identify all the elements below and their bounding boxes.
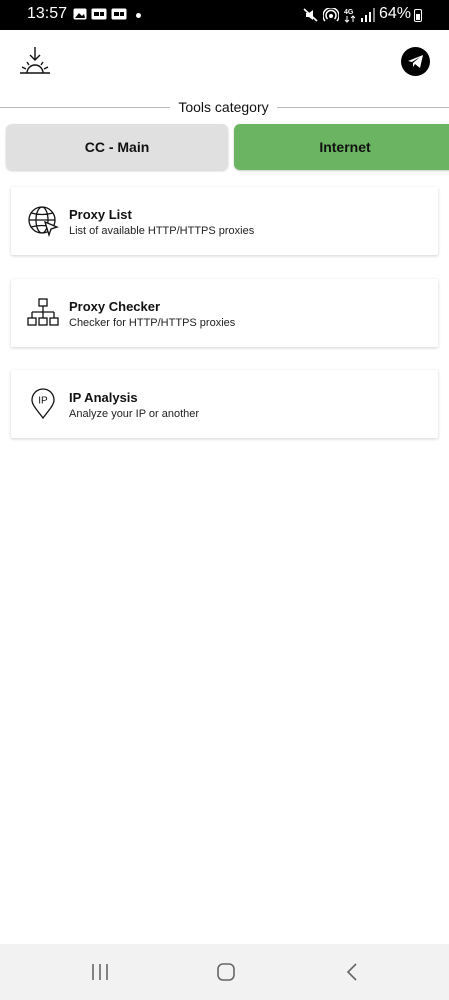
- notification-icon: [91, 8, 107, 20]
- telegram-button[interactable]: [401, 47, 430, 76]
- status-bar: 13:57 4G 64%: [0, 0, 449, 30]
- gallery-icon: [73, 8, 87, 20]
- tool-title: Proxy Checker: [69, 299, 161, 314]
- back-icon: [346, 963, 357, 981]
- signal-icon: [361, 8, 375, 22]
- notification-icon: [111, 8, 127, 20]
- ip-icon-text: IP: [38, 396, 48, 407]
- tab-internet[interactable]: Internet: [234, 124, 449, 170]
- status-dot: [136, 13, 141, 18]
- tab-cc-main[interactable]: CC - Main: [6, 124, 228, 170]
- navigation-bar: [0, 944, 449, 1000]
- tool-title: IP Analysis: [69, 390, 138, 405]
- tool-card-ip-analysis[interactable]: IP IP Analysis Analyze your IP or anothe…: [11, 370, 438, 438]
- tool-card-proxy-checker[interactable]: Proxy Checker Checker for HTTP/HTTPS pro…: [11, 279, 438, 347]
- svg-text:4G: 4G: [344, 9, 354, 16]
- recent-apps-icon: [92, 964, 108, 980]
- network-tree-icon: [27, 298, 59, 326]
- tool-title: Proxy List: [69, 207, 132, 222]
- telegram-icon: [408, 55, 423, 68]
- 4g-icon: 4G: [344, 9, 356, 23]
- hotspot-icon: [323, 8, 339, 22]
- tool-subtitle: List of available HTTP/HTTPS proxies: [69, 225, 255, 237]
- globe-cursor-icon: [28, 206, 59, 237]
- sunrise-download-icon[interactable]: [18, 45, 52, 79]
- battery-percent: 64%: [379, 5, 412, 22]
- recent-apps-button[interactable]: [86, 958, 114, 986]
- tool-card-proxy-list[interactable]: Proxy List List of available HTTP/HTTPS …: [11, 187, 438, 255]
- tool-subtitle: Analyze your IP or another: [69, 408, 200, 420]
- ip-pin-icon: IP: [31, 388, 55, 420]
- category-title: Tools category: [178, 99, 269, 115]
- category-divider-right: [277, 107, 449, 108]
- back-button[interactable]: [338, 958, 366, 986]
- home-button[interactable]: [212, 958, 240, 986]
- tool-subtitle: Checker for HTTP/HTTPS proxies: [69, 317, 236, 329]
- status-time: 13:57: [27, 5, 68, 22]
- home-icon: [217, 963, 235, 981]
- category-divider-left: [0, 107, 170, 108]
- mute-icon: [303, 8, 318, 22]
- battery-icon: [414, 9, 422, 22]
